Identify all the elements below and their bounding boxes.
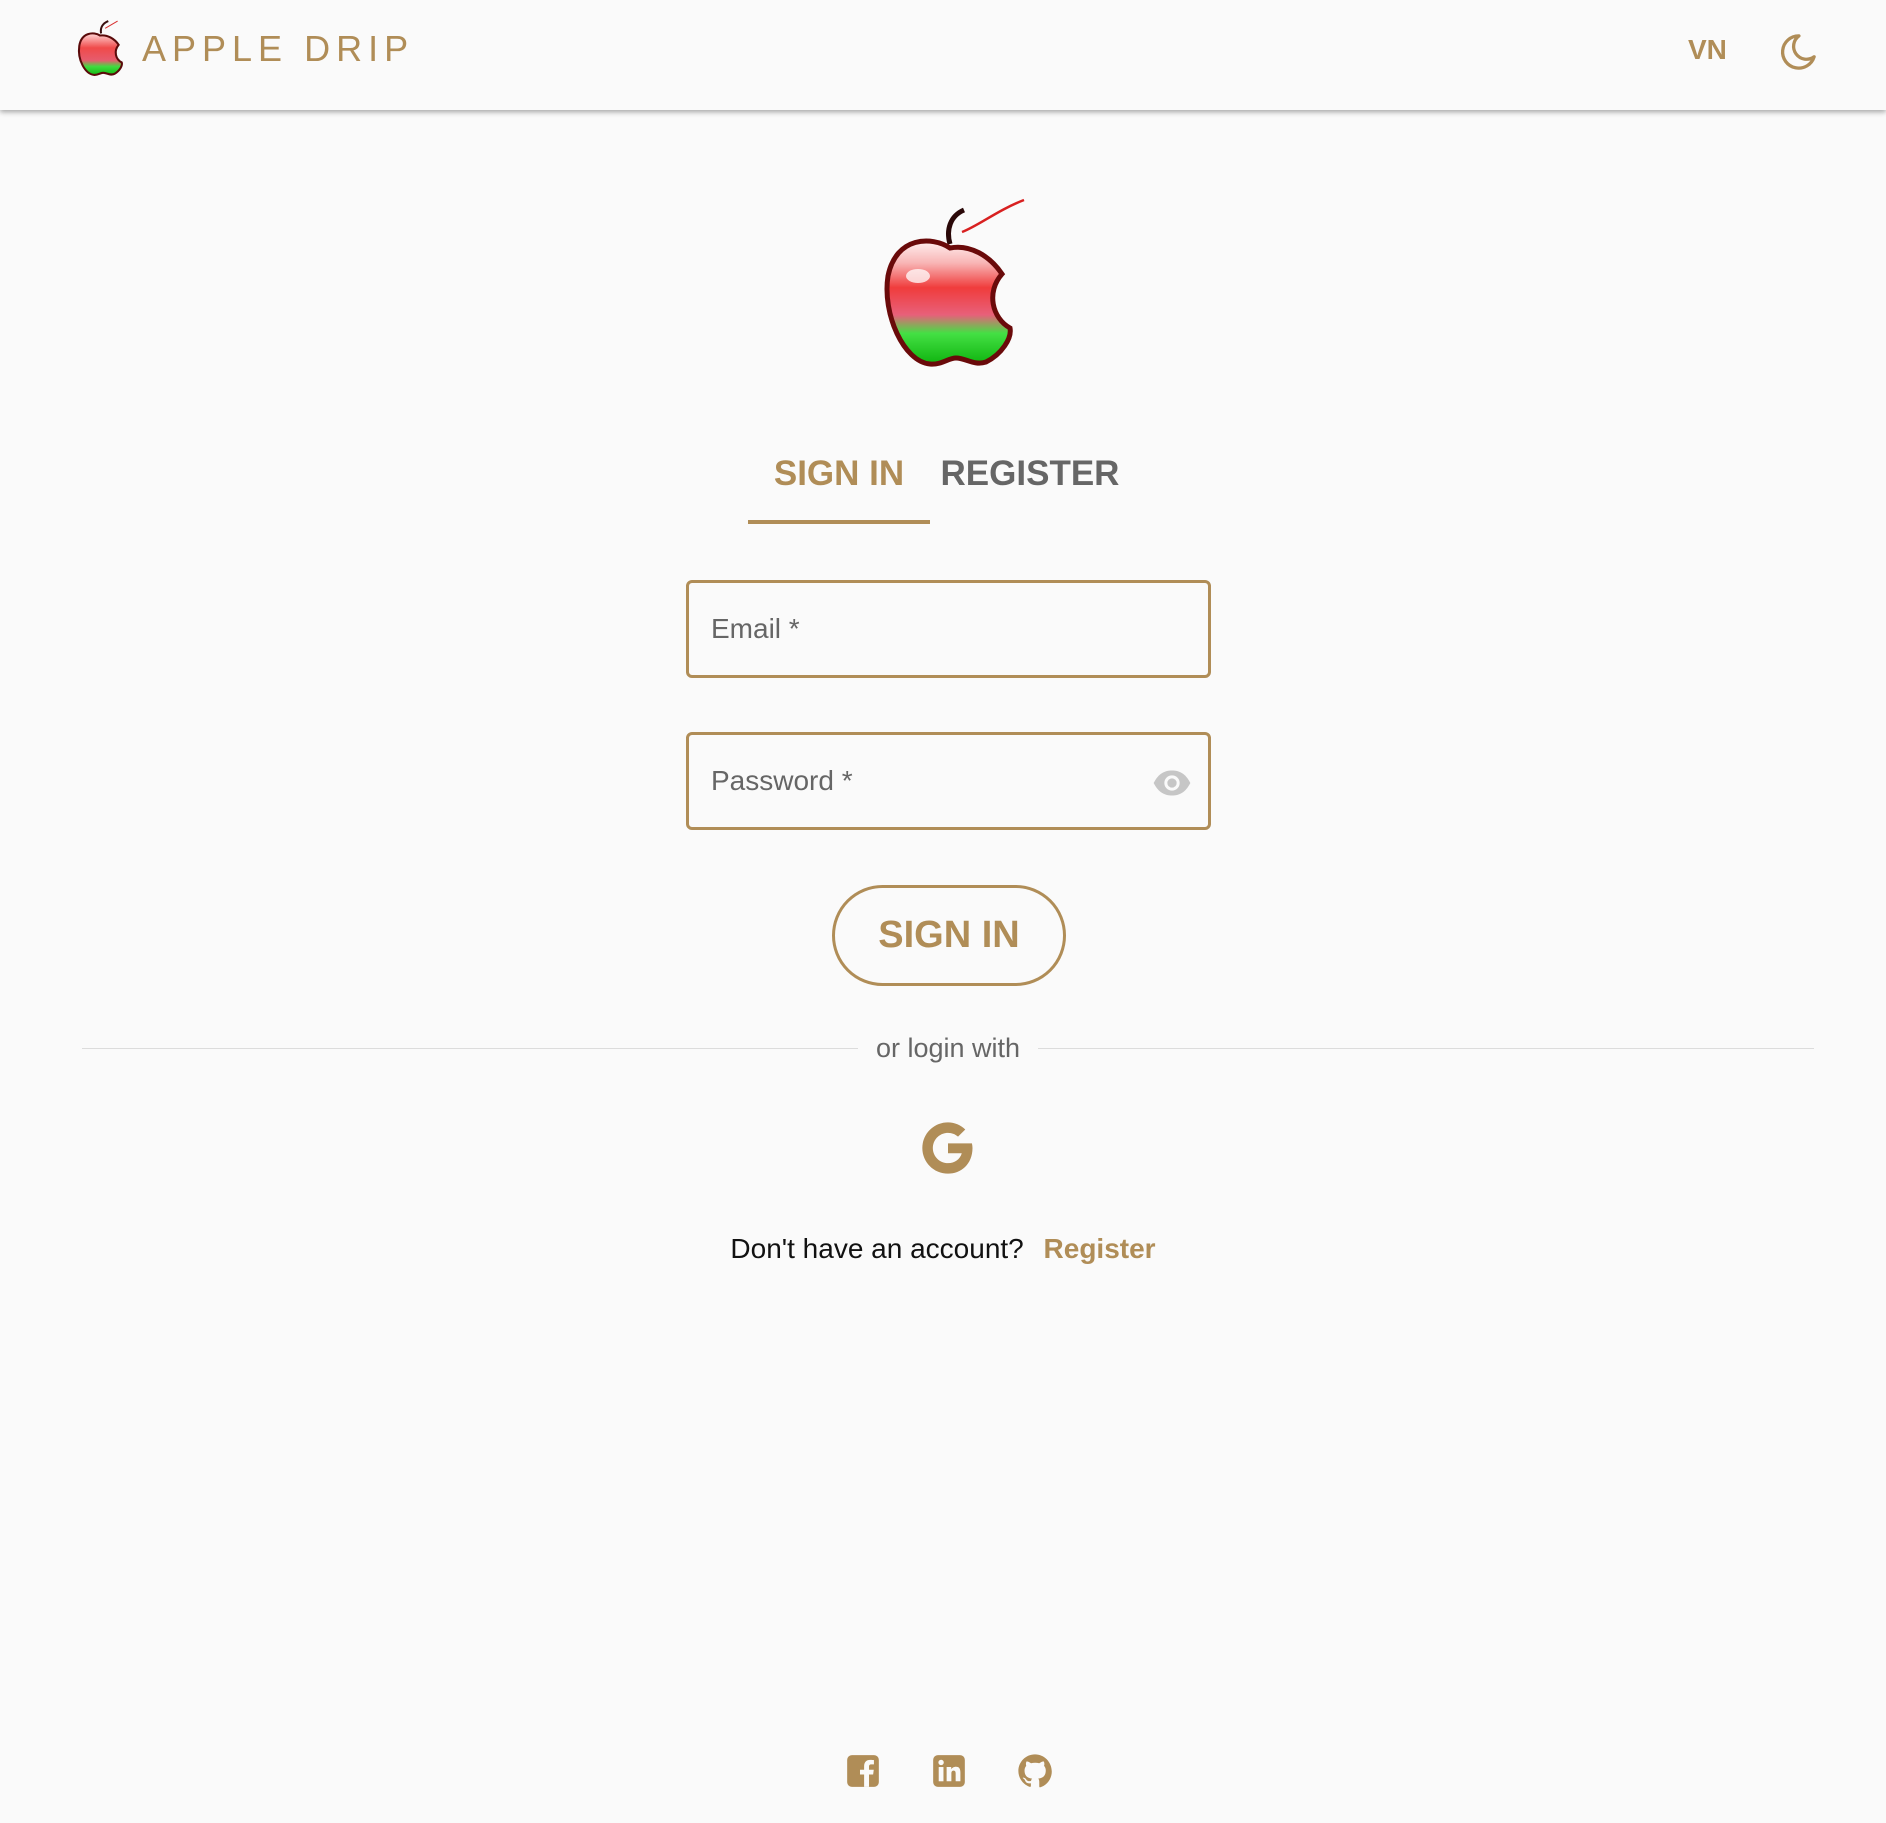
facebook-icon[interactable] [844, 1752, 882, 1790]
language-toggle-button[interactable]: VN [1688, 34, 1727, 66]
linkedin-icon[interactable] [930, 1752, 968, 1790]
account-prompt-text: Don't have an account? [730, 1233, 1024, 1264]
tab-sign-in[interactable]: SIGN IN [748, 454, 930, 494]
email-input[interactable] [689, 583, 1208, 675]
divider-line-left [82, 1047, 858, 1049]
register-link[interactable]: Register [1044, 1233, 1156, 1264]
brand-home-link[interactable]: APPLE DRIP [74, 20, 414, 78]
password-field-container [686, 732, 1211, 830]
password-input[interactable] [689, 735, 1208, 827]
moon-icon[interactable] [1776, 30, 1820, 74]
apple-logo-icon [77, 20, 123, 76]
eye-icon[interactable] [1152, 763, 1192, 803]
footer-social-links [844, 1752, 1054, 1790]
google-icon[interactable] [920, 1120, 976, 1176]
brand-name: APPLE DRIP [142, 28, 415, 69]
divider-line-right [1038, 1047, 1815, 1049]
account-prompt-row: Don't have an account? Register [0, 1233, 1886, 1265]
auth-tabs: SIGN IN REGISTER [748, 440, 1148, 526]
app-header: APPLE DRIP VN [0, 0, 1886, 110]
sign-in-button[interactable]: SIGN IN [832, 885, 1066, 986]
apple-logo-icon [884, 198, 1025, 367]
github-icon[interactable] [1016, 1752, 1054, 1790]
email-field-container [686, 580, 1211, 678]
active-tab-indicator [748, 520, 930, 524]
tab-register[interactable]: REGISTER [930, 454, 1130, 494]
login-divider: or login with [82, 1028, 1815, 1068]
divider-text: or login with [875, 1032, 1021, 1063]
